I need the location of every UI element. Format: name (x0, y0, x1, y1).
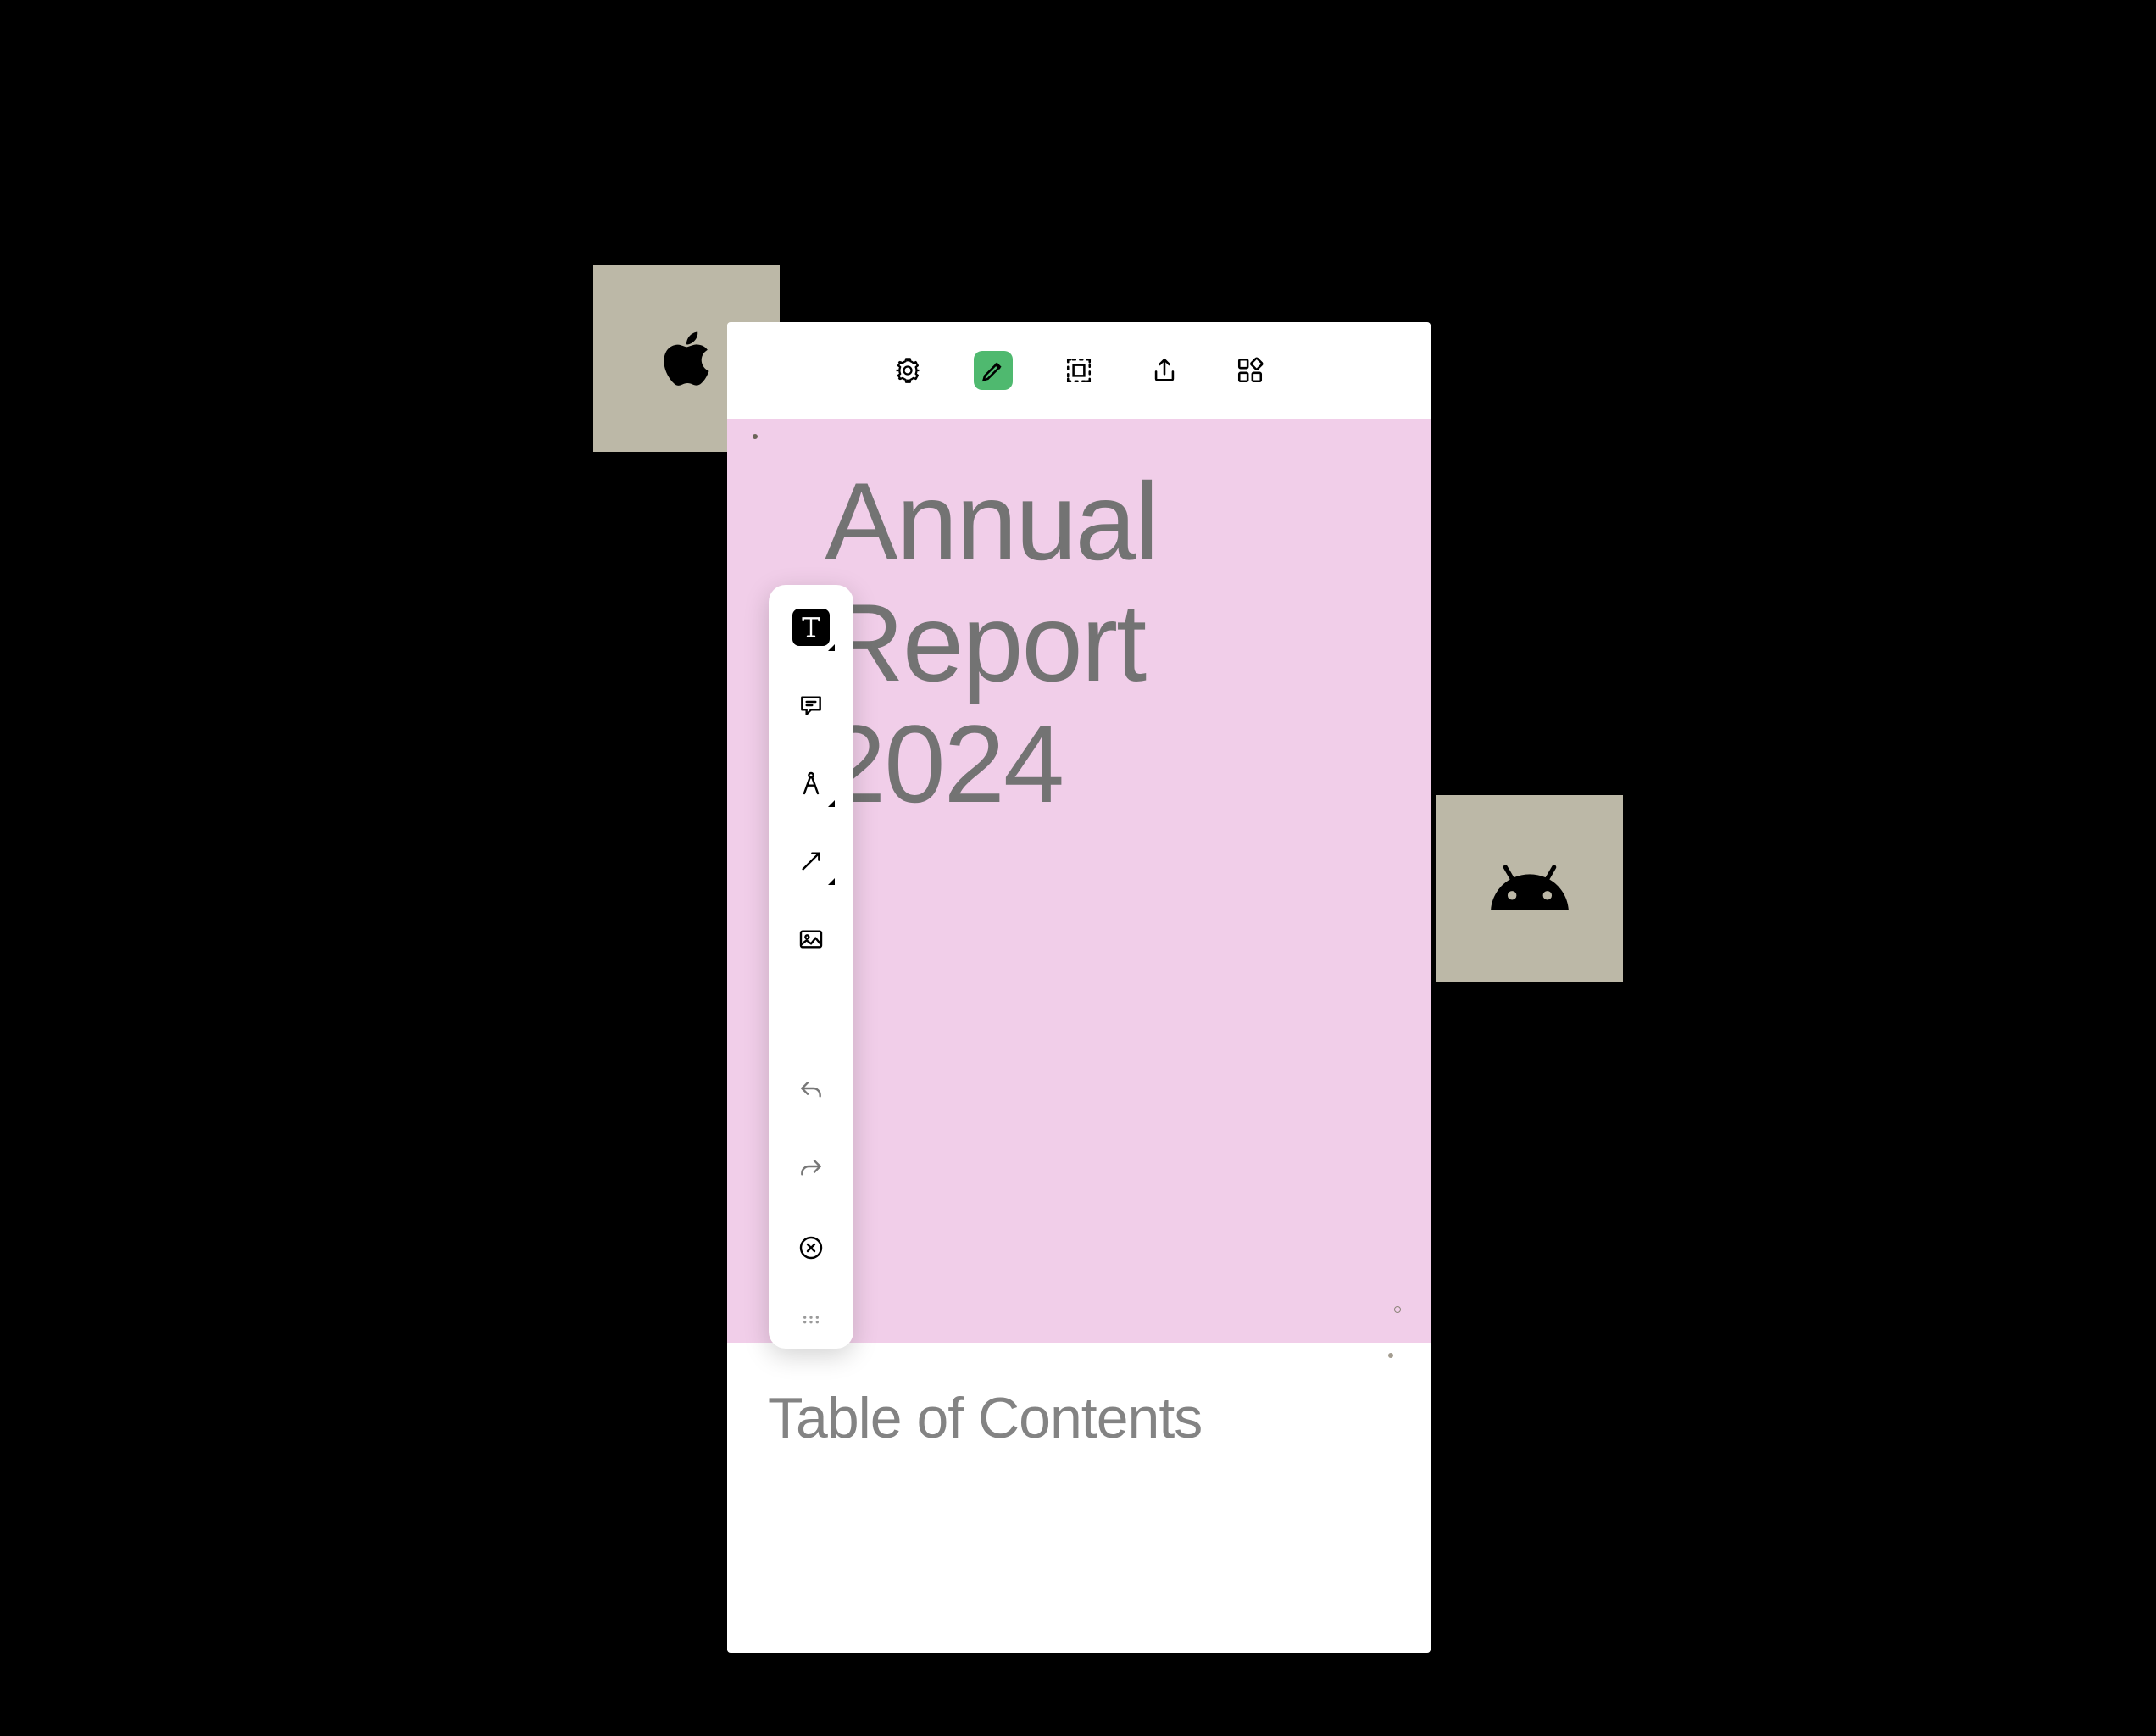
snip-icon (1064, 356, 1093, 385)
undo-icon (797, 1078, 825, 1105)
document-title[interactable]: Annual Report 2024 (825, 461, 1380, 825)
android-platform-tile (1436, 795, 1623, 982)
selection-handle[interactable] (1388, 1353, 1393, 1358)
toc-title[interactable]: Table of Contents (768, 1385, 1390, 1451)
snip-button[interactable] (1059, 351, 1098, 390)
annotation-tool-palette[interactable] (769, 585, 853, 1349)
background-header-subcolumns: Annotations Shapes (729, 181, 1432, 209)
background-header-subcol: Shapes (1159, 181, 1243, 209)
arrow-tool-icon (797, 848, 825, 875)
close-palette-button[interactable] (792, 1229, 830, 1266)
compass-tool-button[interactable] (792, 765, 830, 802)
apple-icon (651, 323, 722, 394)
undo-button[interactable] (792, 1073, 830, 1110)
background-header-columns: Visual Weight Distinct color Text fields… (729, 76, 1432, 131)
arrow-tool-button[interactable] (792, 843, 830, 880)
background-header-subcol: Annotations (919, 181, 1057, 209)
share-button[interactable] (1145, 351, 1184, 390)
image-tool-icon (797, 926, 825, 953)
palette-drag-handle[interactable] (802, 1307, 820, 1335)
background-header-col: Distinct color (947, 76, 1095, 131)
compass-tool-icon (797, 770, 825, 797)
share-icon (1150, 356, 1179, 385)
settings-icon (893, 356, 922, 385)
edit-icon (979, 356, 1008, 385)
background-header-col: Visual Weight (729, 76, 880, 131)
selection-handle[interactable] (753, 434, 758, 439)
comment-tool-button[interactable] (792, 687, 830, 724)
redo-button[interactable] (792, 1151, 830, 1188)
selection-handle[interactable] (1394, 1306, 1401, 1313)
document-toolbar (727, 322, 1431, 419)
background-header-title: PAGE TOOLBAR (729, 0, 1432, 46)
document-toc-page: Table of Contents (727, 1343, 1431, 1494)
apps-button[interactable] (1231, 351, 1270, 390)
close-icon (797, 1234, 825, 1261)
image-tool-button[interactable] (792, 921, 830, 958)
drag-handle-icon (802, 1314, 820, 1326)
text-tool-button[interactable] (792, 609, 830, 646)
redo-icon (797, 1156, 825, 1183)
background-header-col: Text fields depress in/lift (1163, 76, 1432, 131)
edit-button[interactable] (974, 351, 1013, 390)
settings-button[interactable] (888, 351, 927, 390)
apps-icon (1236, 356, 1264, 385)
comment-tool-icon (797, 692, 825, 719)
android-icon (1487, 846, 1572, 931)
text-tool-icon (797, 614, 825, 641)
